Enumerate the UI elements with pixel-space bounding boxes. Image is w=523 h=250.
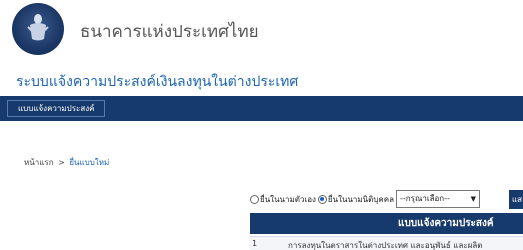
system-title-bar: ระบบแจ้งความประสงค์เงินลงทุนในต่างประเทศ xyxy=(0,66,523,96)
radio-individual[interactable] xyxy=(250,194,259,204)
table-row[interactable]: 1 การลงทุนในตราสารในต่างประเทศ และอนุพัน… xyxy=(250,236,523,250)
radio-juristic[interactable] xyxy=(317,194,327,204)
chevron-down-icon: ▼ xyxy=(470,195,477,203)
nav-tab-notification-form[interactable]: แบบแจ้งความประสงค์ xyxy=(7,100,106,117)
row-number: 1 xyxy=(252,239,258,248)
site-header: ธนาคารแห่งประเทศไทย xyxy=(0,0,523,66)
page-title: ระบบแจ้งความประสงค์เงินลงทุนในต่างประเทศ xyxy=(16,74,299,90)
breadcrumb: หน้าแรก > ยื่นแบบใหม่ xyxy=(24,156,109,169)
garuda-seal-icon xyxy=(27,14,49,41)
breadcrumb-current[interactable]: ยื่นแบบใหม่ xyxy=(69,158,109,167)
row-label[interactable]: การลงทุนในตราสารในต่างประเทศ และอนุพันธ์… xyxy=(288,239,482,250)
entity-select-value: --กรุณาเลือก-- xyxy=(400,194,450,203)
show-button[interactable]: แส xyxy=(509,190,523,209)
bank-logo[interactable] xyxy=(12,3,64,55)
bank-name: ธนาคารแห่งประเทศไทย xyxy=(80,22,259,42)
radio-juristic-label: ยื่นในนามนิติบุคคล xyxy=(327,194,395,204)
main-navbar: แบบแจ้งความประสงค์ xyxy=(0,96,523,121)
entity-select[interactable]: --กรุณาเลือก-- ▼ xyxy=(396,190,481,208)
form-table-header: แบบแจ้งความประสงค์ xyxy=(250,213,523,234)
breadcrumb-separator: > xyxy=(58,158,65,167)
radio-individual-label: ยื่นในนามตัวเอง xyxy=(260,194,316,204)
breadcrumb-home[interactable]: หน้าแรก xyxy=(24,158,54,167)
submitter-type-filter: ยื่นในนามตัวเอง ยื่นในนามนิติบุคคล --กรุณา… xyxy=(250,190,523,209)
